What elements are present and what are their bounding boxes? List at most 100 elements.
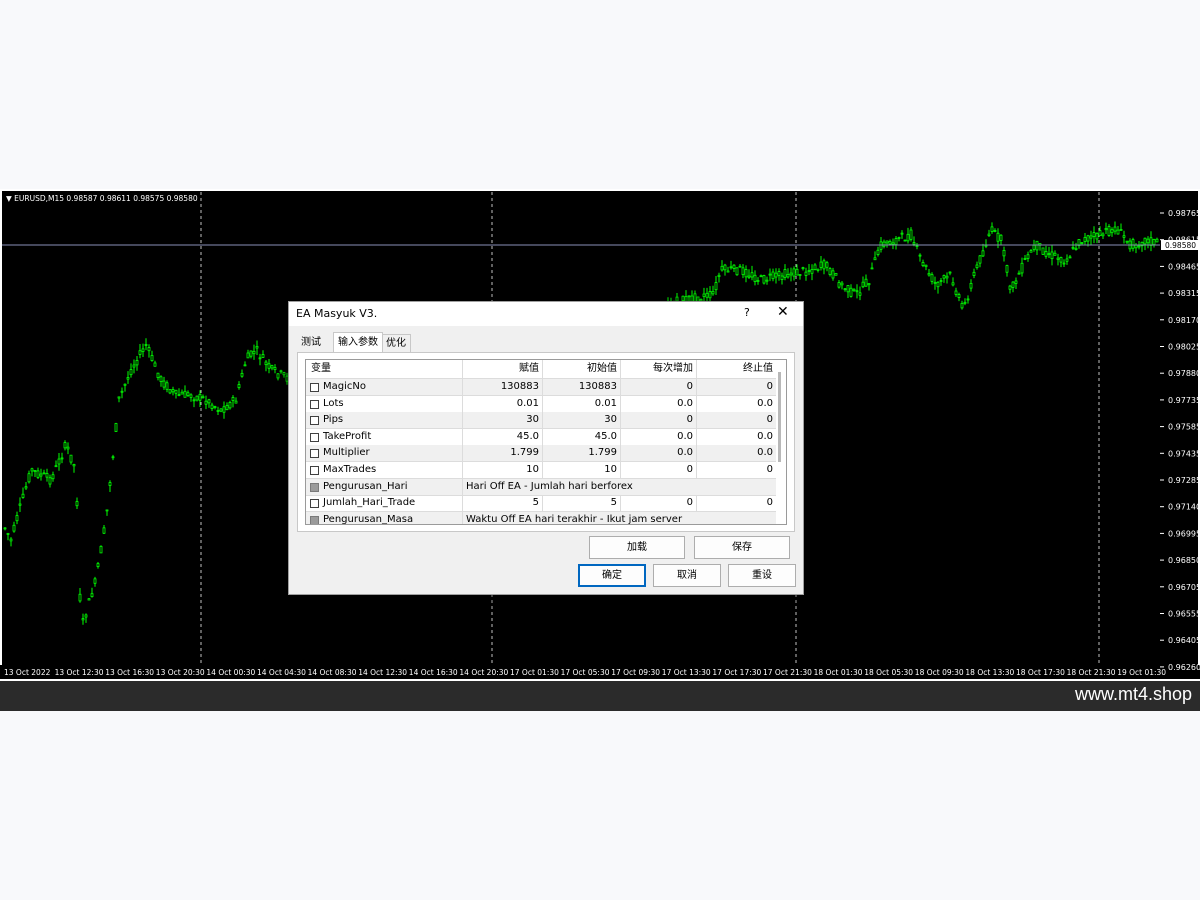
param-name-cell[interactable]: Jumlah_Hari_Trade [306, 495, 463, 512]
param-step[interactable]: 0 [621, 462, 697, 478]
candle-body [1056, 257, 1060, 260]
candle-body [75, 501, 79, 507]
param-value[interactable]: 45.0 [463, 428, 543, 445]
param-value[interactable]: Hari Off EA - Jumlah hari berforex [463, 479, 776, 495]
column-header-stop[interactable]: 终止值 [697, 360, 776, 378]
param-stop[interactable]: 0 [697, 495, 776, 511]
candle-body [852, 288, 856, 292]
param-value[interactable]: 0.01 [463, 395, 543, 412]
table-row[interactable]: TakeProfit 45.0 45.0 0.0 0.0 [306, 428, 776, 446]
close-button[interactable]: ✕ [777, 304, 789, 320]
table-row[interactable]: Jumlah_Hari_Trade 5 5 0 0 [306, 495, 776, 513]
param-name-cell[interactable]: Pengurusan_Masa [306, 511, 463, 524]
param-value[interactable]: 130883 [463, 379, 543, 395]
column-header-start[interactable]: 初始值 [543, 360, 621, 378]
candle-body [1146, 238, 1150, 244]
candle-body [204, 400, 208, 405]
param-start[interactable]: 5 [543, 495, 621, 512]
optimize-checkbox[interactable] [310, 499, 319, 509]
candle-body [993, 230, 997, 232]
dialog-titlebar[interactable]: EA Masyuk V3. ? ✕ [289, 302, 803, 326]
cancel-button[interactable]: 取消 [653, 564, 721, 587]
param-stop[interactable]: 0 [697, 379, 776, 395]
candle-body [1119, 229, 1123, 231]
table-row[interactable]: MagicNo 130883 130883 0 0 [306, 379, 776, 396]
param-step[interactable]: 0 [621, 495, 697, 512]
reset-button[interactable]: 重设 [728, 564, 796, 587]
param-stop[interactable]: 0.0 [697, 396, 776, 412]
param-start[interactable]: 1.799 [543, 445, 621, 462]
candle-body [1029, 250, 1033, 253]
param-name-cell[interactable]: Lots [306, 395, 463, 412]
param-name-cell[interactable]: Multiplier [306, 445, 463, 462]
candle-body [867, 283, 871, 286]
table-row[interactable]: MaxTrades 10 10 0 0 [306, 462, 776, 479]
table-row[interactable]: Pengurusan_Hari Hari Off EA - Jumlah hari… [306, 478, 776, 496]
param-step[interactable]: 0.0 [621, 428, 697, 445]
candle-body [1155, 238, 1159, 243]
optimize-checkbox[interactable] [310, 466, 319, 475]
candle-body [855, 290, 859, 293]
param-value[interactable]: Waktu Off EA hari terakhir - Ikut jam se… [463, 512, 776, 524]
candle-body [930, 274, 934, 282]
candle-body [207, 399, 211, 404]
table-row[interactable]: Pips 30 30 0 0 [306, 412, 776, 430]
tab-optimize[interactable]: 优化 [381, 334, 411, 352]
column-header-step[interactable]: 每次增加 [621, 360, 697, 378]
param-value[interactable]: 30 [463, 412, 543, 429]
candle-body [918, 254, 922, 257]
param-start[interactable]: 45.0 [543, 428, 621, 445]
table-row[interactable]: Multiplier 1.799 1.799 0.0 0.0 [306, 445, 776, 463]
param-value[interactable]: 1.799 [463, 445, 543, 462]
candle-body [234, 400, 238, 404]
candle-body [846, 285, 850, 293]
vertical-scrollbar[interactable] [778, 372, 781, 462]
candle-body [114, 423, 118, 432]
candle-body [750, 272, 754, 278]
param-stop[interactable]: 0 [697, 462, 776, 478]
candle-body [888, 240, 892, 245]
param-value[interactable]: 5 [463, 495, 543, 512]
param-name-cell[interactable]: MaxTrades [306, 462, 463, 478]
param-stop[interactable]: 0 [697, 412, 776, 428]
save-button[interactable]: 保存 [694, 536, 790, 559]
parameters-table[interactable]: 变量 赋值 初始值 每次增加 终止值 MagicNo 130883 130883 0 0… [305, 359, 787, 525]
param-value[interactable]: 10 [463, 462, 543, 478]
optimize-checkbox[interactable] [310, 399, 319, 409]
candle-body [1143, 237, 1147, 245]
optimize-checkbox[interactable] [310, 482, 319, 492]
param-stop[interactable]: 0.0 [697, 445, 776, 461]
param-step[interactable]: 0 [621, 379, 697, 395]
optimize-checkbox[interactable] [310, 432, 319, 442]
param-step[interactable]: 0.0 [621, 445, 697, 462]
help-button[interactable]: ? [744, 306, 750, 319]
param-start[interactable]: 0.01 [543, 395, 621, 412]
ok-button[interactable]: 确定 [578, 564, 646, 587]
optimize-checkbox[interactable] [310, 416, 319, 426]
candle-body [942, 275, 946, 279]
candle-body [189, 394, 193, 398]
table-row[interactable]: Lots 0.01 0.01 0.0 0.0 [306, 395, 776, 413]
table-row[interactable]: Pengurusan_Masa Waktu Off EA hari terakhi… [306, 511, 776, 524]
param-step[interactable]: 0.0 [621, 395, 697, 412]
price-tick-label: 0.97880 [1168, 369, 1200, 378]
param-start[interactable]: 130883 [543, 379, 621, 395]
optimize-checkbox[interactable] [310, 383, 319, 392]
param-start[interactable]: 10 [543, 462, 621, 478]
column-header-value[interactable]: 赋值 [463, 360, 543, 378]
param-name-cell[interactable]: MagicNo [306, 379, 463, 395]
candle-body [849, 287, 853, 297]
optimize-checkbox[interactable] [310, 449, 319, 459]
candle-body [777, 271, 781, 276]
param-start[interactable]: 30 [543, 412, 621, 429]
optimize-checkbox[interactable] [310, 515, 319, 524]
tab-test[interactable]: 测试 [297, 334, 325, 351]
param-stop[interactable]: 0.0 [697, 429, 776, 445]
tab-inputs[interactable]: 输入参数 [333, 332, 383, 353]
param-name-cell[interactable]: Pengurusan_Hari [306, 478, 463, 495]
param-name-cell[interactable]: TakeProfit [306, 428, 463, 445]
param-step[interactable]: 0 [621, 412, 697, 429]
param-name-cell[interactable]: Pips [306, 412, 463, 429]
column-header-variable[interactable]: 变量 [306, 360, 463, 378]
load-button[interactable]: 加载 [589, 536, 685, 559]
